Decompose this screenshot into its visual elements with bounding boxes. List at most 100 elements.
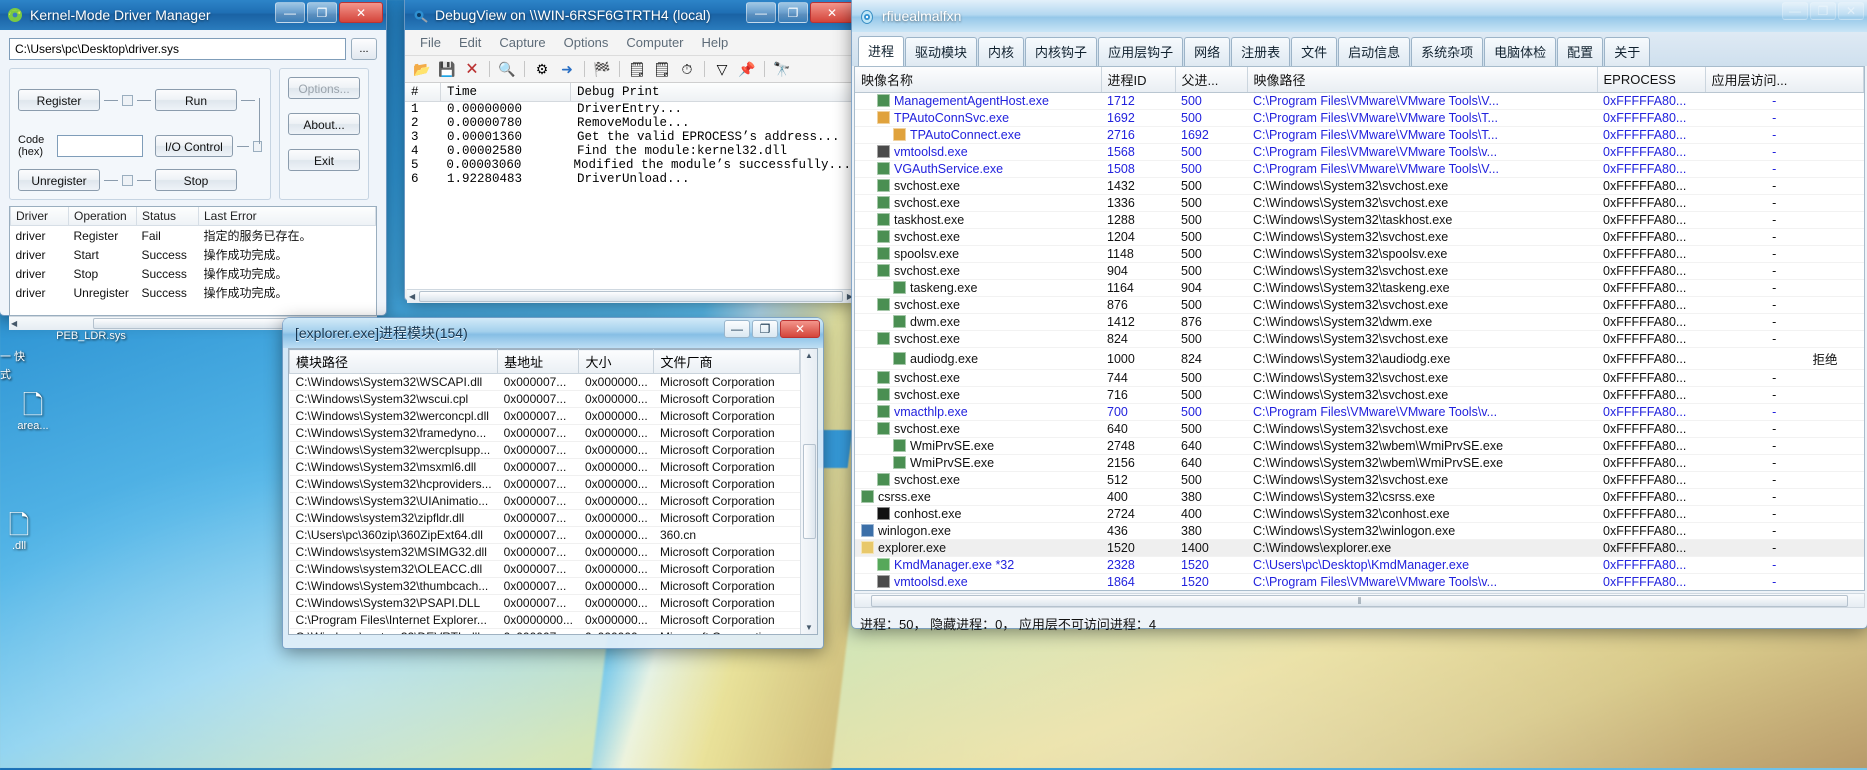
modules-vertical-scrollbar[interactable]: ▲ ▼ (800, 349, 817, 634)
list-item[interactable]: 2 0.00000780 RemoveModule... (405, 116, 857, 130)
col-driver[interactable]: Driver (10, 207, 69, 226)
col-ppid[interactable]: 父进... (1175, 67, 1248, 93)
table-row[interactable]: svchost.exe 824 500 C:\Windows\System32\svc… (855, 330, 1864, 348)
maximize-button[interactable]: ❐ (778, 2, 808, 23)
table-row[interactable]: spoolsv.exe 1148 500 C:\Windows\System32\sp… (855, 245, 1864, 263)
pchunter-titlebar[interactable]: rfiuealmalfxn — ❐ ✕ (852, 0, 1867, 32)
col-base-address[interactable]: 基地址 (497, 349, 580, 374)
scroll-left-icon[interactable]: ◀ (11, 319, 17, 328)
tab-内核[interactable]: 内核 (978, 37, 1025, 66)
close-button[interactable]: ✕ (810, 2, 854, 23)
close-button[interactable]: ✕ (1838, 2, 1864, 20)
table-row[interactable]: C:\Users\pc\360zip\360ZipExt64.dll 0x0000… (289, 526, 800, 544)
history-icon[interactable]: 🗒 (651, 59, 673, 79)
col-operation[interactable]: Operation (68, 207, 137, 226)
arrow-icon[interactable]: ➜ (556, 59, 578, 79)
kmd-log-list[interactable]: Driver Operation Status Last Error drive… (9, 206, 377, 316)
tab-驱动模块[interactable]: 驱动模块 (905, 37, 978, 66)
code-hex-input[interactable] (56, 135, 143, 157)
modules-list[interactable]: 模块路径 基地址 大小 文件厂商 C:\Windows\System32\WSC… (288, 348, 818, 635)
tab-关于[interactable]: 关于 (1604, 37, 1651, 66)
table-row[interactable]: VGAuthService.exe 1508 500 C:\Program Files… (855, 160, 1864, 178)
close-button[interactable]: ✕ (339, 2, 383, 23)
register-checkbox[interactable] (122, 94, 133, 106)
col-number[interactable]: # (405, 83, 441, 101)
table-row[interactable]: svchost.exe 744 500 C:\Windows\System32\svc… (855, 369, 1864, 387)
table-row[interactable]: svchost.exe 876 500 C:\Windows\System32\svc… (855, 296, 1864, 314)
about-button[interactable]: About... (288, 113, 360, 135)
table-row[interactable]: C:\Windows\System32\wscui.cpl 0x000007...… (289, 390, 800, 408)
table-row[interactable]: C:\Windows\System32\thumbcach... 0x000007… (289, 577, 800, 595)
kmd-titlebar[interactable]: Kernel-Mode Driver Manager — ❐ ✕ (0, 0, 386, 30)
tab-内核钩子[interactable]: 内核钩子 (1025, 37, 1098, 66)
find-icon[interactable]: 🔍 (496, 59, 518, 79)
maximize-button[interactable]: ❐ (307, 2, 337, 23)
table-row[interactable]: TPAutoConnect.exe 2716 1692 C:\Program File… (855, 126, 1864, 144)
table-row[interactable]: ManagementAgentHost.exe 1712 500 C:\Program… (855, 92, 1864, 110)
col-eprocess[interactable]: EPROCESS (1597, 67, 1706, 93)
col-module-path[interactable]: 模块路径 (289, 349, 499, 374)
browse-button[interactable]: ... (351, 38, 377, 60)
col-status[interactable]: Status (136, 207, 199, 226)
scroll-up-icon[interactable]: ▲ (805, 351, 813, 360)
table-row[interactable]: svchost.exe 716 500 C:\Windows\System32\svc… (855, 386, 1864, 404)
table-row[interactable]: C:\Windows\System32\wercplsupp... 0x00000… (289, 441, 800, 459)
table-row[interactable]: PCHunter64.exe17521520C:\Users\pc\Deskto… (855, 591, 1864, 592)
open-icon[interactable]: 📂 (411, 59, 433, 79)
debugview-toolbar[interactable]: 📂 💾 🗙 🔍 ⚙ ➜ 🏁 🗒 🗒 ⏱ ▽ 📌 🔭 (405, 56, 857, 83)
menu-computer[interactable]: Computer (617, 33, 692, 52)
modules-window-buttons[interactable]: — ❐ ✕ (724, 320, 820, 338)
table-row[interactable]: driver Start Success 操作成功完成。 (11, 245, 376, 264)
run-button[interactable]: Run (155, 89, 237, 111)
table-row[interactable]: C:\Windows\System32\PSAPI.DLL 0x000007...… (289, 594, 800, 612)
menu-options[interactable]: Options (555, 33, 618, 52)
table-row[interactable]: WmiPrvSE.exe 2748 640 C:\Windows\System32\w… (855, 437, 1864, 455)
table-row[interactable]: C:\Windows\System32\hcproviders... 0x0000… (289, 475, 800, 493)
table-row[interactable]: vmacthlp.exe 700 500 C:\Program Files\VMwar… (855, 403, 1864, 421)
table-row[interactable]: winlogon.exe 436 380 C:\Windows\System32\wi… (855, 522, 1864, 540)
col-size[interactable]: 大小 (578, 349, 655, 374)
options-button[interactable]: Options... (288, 77, 360, 99)
list-item[interactable]: 3 0.00001360 Get the valid EPROCESS’s addr… (405, 130, 857, 144)
table-row[interactable]: svchost.exe 640 500 C:\Windows\System32\svc… (855, 420, 1864, 438)
table-row[interactable]: C:\Windows\system32\DEVRTL.dll0x000007..… (289, 628, 800, 634)
table-row[interactable]: driver Stop Success 操作成功完成。 (11, 264, 376, 283)
capture-win32-icon[interactable]: ⚙ (531, 59, 553, 79)
table-row[interactable]: dwm.exe 1412 876 C:\Windows\System32\dwm.ex… (855, 313, 1864, 331)
table-row[interactable]: vmtoolsd.exe 1864 1520 C:\Program Files\VMw… (855, 573, 1864, 590)
scroll-thumb[interactable] (93, 318, 293, 329)
table-row[interactable]: C:\Windows\System32\framedyno... 0x000007… (289, 424, 800, 442)
table-row[interactable]: C:\Windows\System32\WSCAPI.dll 0x000007..… (289, 373, 800, 391)
modules-titlebar[interactable]: [explorer.exe]进程模块(154) — ❐ ✕ (283, 318, 823, 348)
pchunter-window[interactable]: rfiuealmalfxn — ❐ ✕ 进程 驱动模块 内核 内核钩子 应用层钩子 网络注… (852, 0, 1867, 632)
table-row[interactable]: svchost.exe 512 500 C:\Windows\System32\svc… (855, 471, 1864, 489)
table-row[interactable]: C:\Windows\System32\msxml6.dll 0x000007..… (289, 458, 800, 476)
table-row[interactable]: C:\Windows\system32\OLEACC.dll 0x000007..… (289, 560, 800, 578)
tab-注册表[interactable]: 注册表 (1231, 37, 1291, 66)
close-button[interactable]: ✕ (780, 320, 820, 338)
unregister-checkbox[interactable] (122, 174, 133, 186)
col-debug-print[interactable]: Debug Print (571, 83, 857, 101)
driver-path-input[interactable]: C:\Users\pc\Desktop\driver.sys (9, 38, 346, 60)
table-row[interactable]: C:\Program Files\Internet Explorer... 0x0… (289, 611, 800, 629)
process-modules-window[interactable]: [explorer.exe]进程模块(154) — ❐ ✕ 模块路径 基地址 大… (283, 318, 823, 648)
table-row[interactable]: C:\Windows\System32\UIAnimatio... 0x00000… (289, 492, 800, 510)
table-row[interactable]: taskeng.exe 1164 904 C:\Windows\System32\ta… (855, 279, 1864, 297)
desktop-icon-area[interactable]: 🗋 area... (0, 390, 78, 432)
table-row[interactable]: C:\Windows\system32\zipfldr.dll 0x000007.… (289, 509, 800, 527)
table-row[interactable]: C:\Windows\System32\werconcpl.dll 0x00000… (289, 407, 800, 425)
process-list[interactable]: 映像名称 进程ID 父进... 映像路径 EPROCESS 应用层访问... M… (854, 66, 1865, 591)
menu-capture[interactable]: Capture (490, 33, 554, 52)
table-row[interactable]: csrss.exe 400 380 C:\Windows\System32\csrss… (855, 488, 1864, 506)
tab-进程[interactable]: 进程 (858, 36, 905, 66)
kmd-window-buttons[interactable]: — ❐ ✕ (275, 2, 383, 23)
debugview-titlebar[interactable]: DebugView on \\WIN-6RSF6GTRTH4 (local) —… (405, 0, 857, 30)
col-image-name[interactable]: 映像名称 (855, 67, 1102, 93)
scroll-thumb[interactable] (419, 291, 843, 302)
col-last-error[interactable]: Last Error (198, 207, 376, 226)
menu-help[interactable]: Help (693, 33, 738, 52)
tab-应用层钩子[interactable]: 应用层钩子 (1098, 37, 1184, 66)
table-row[interactable]: audiodg.exe 1000 824 C:\Windows\System32\au… (855, 347, 1864, 370)
table-row[interactable]: taskhost.exe 1288 500 C:\Windows\System32\t… (855, 211, 1864, 229)
minimize-button[interactable]: — (746, 2, 776, 23)
